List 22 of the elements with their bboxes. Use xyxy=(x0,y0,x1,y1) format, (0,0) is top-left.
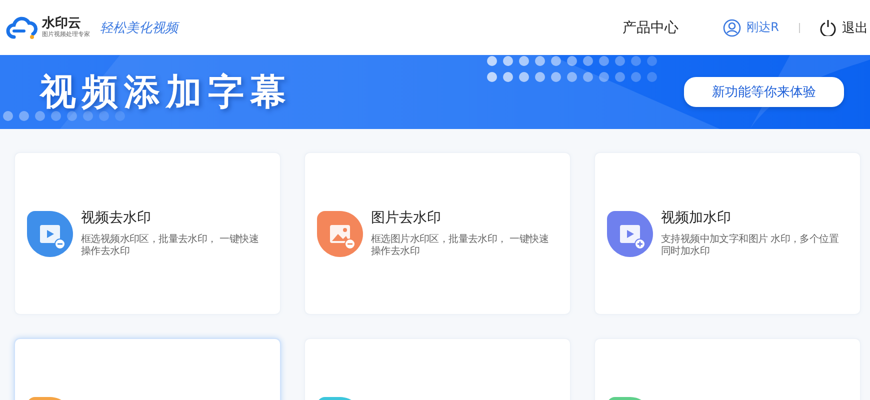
tool-card[interactable]: 视频加水印 支持视频中加文字和图片 水印，多个位置同时加水印 xyxy=(594,152,861,315)
user-icon xyxy=(722,18,741,36)
logo-name: 水印云 xyxy=(42,16,82,31)
video-icon xyxy=(27,210,73,256)
image-icon xyxy=(317,210,363,256)
card-description: 框选图片水印区，批量去水印， 一键快速操作去水印 xyxy=(371,234,550,258)
video-icon xyxy=(607,210,653,256)
nav-link[interactable]: 产品中心 xyxy=(622,18,679,36)
tool-card[interactable]: 视频去水印 框选视频水印区，批量去水印， 一键快速操作去水印 xyxy=(14,152,281,315)
cloud-logo-icon xyxy=(6,16,38,40)
card-title: 视频去水印 xyxy=(81,209,152,227)
card-title: 视频加水印 xyxy=(661,209,732,227)
card-description: 框选视频水印区，批量去水印， 一键快速操作去水印 xyxy=(81,234,260,258)
user-link[interactable]: 刚达R xyxy=(722,18,779,36)
logout-link[interactable]: 退出 xyxy=(820,18,868,36)
card-description: 支持视频中加文字和图片 水印，多个位置同时加水印 xyxy=(661,234,840,258)
card-title: 图片去水印 xyxy=(371,209,442,227)
feature-button[interactable]: 新功能等你来体验 xyxy=(684,77,844,107)
tool-card[interactable]: 图片去水印 框选图片水印区，批量去水印， 一键快速操作去水印 xyxy=(304,152,571,315)
banner-title: 视频添加字幕 xyxy=(40,70,292,114)
slogan: 轻松美化视频 xyxy=(100,20,178,36)
power-icon xyxy=(820,19,836,36)
